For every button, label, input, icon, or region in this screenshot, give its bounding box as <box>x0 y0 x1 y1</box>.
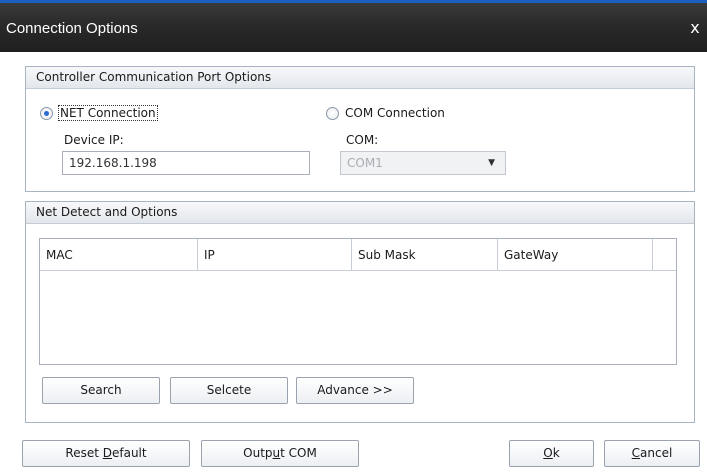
device-ip-label: Device IP: <box>64 133 124 147</box>
radio-unselected-icon <box>326 106 339 120</box>
com-label: COM: <box>346 133 379 147</box>
reset-default-button[interactable]: Reset Default <box>22 440 190 467</box>
radio-selected-icon <box>40 106 53 120</box>
cancel-button[interactable]: Cancel <box>604 440 700 467</box>
ok-button[interactable]: Ok <box>509 440 594 467</box>
net-connection-label: NET Connection <box>58 105 158 121</box>
output-com-button[interactable]: Output COM <box>201 440 359 467</box>
net-connection-radio[interactable]: NET Connection <box>40 105 158 121</box>
select-button[interactable]: Selcete <box>170 377 288 404</box>
column-header-sub-mask[interactable]: Sub Mask <box>352 239 498 270</box>
search-button[interactable]: Search <box>42 377 160 404</box>
com-connection-radio[interactable]: COM Connection <box>326 106 445 120</box>
com-port-select[interactable]: COM1 ▼ <box>340 151 506 175</box>
window-title: Connection Options <box>6 20 138 37</box>
com-connection-label: COM Connection <box>345 106 445 120</box>
column-header-filler <box>653 239 676 270</box>
chevron-down-icon: ▼ <box>488 158 495 168</box>
title-bar: Connection Options x <box>0 0 707 52</box>
column-header-ip[interactable]: IP <box>198 239 352 270</box>
com-port-value: COM1 <box>347 156 383 170</box>
device-ip-input[interactable]: 192.168.1.198 <box>62 151 310 175</box>
port-options-header: Controller Communication Port Options <box>26 67 694 89</box>
device-table[interactable]: MAC IP Sub Mask GateWay <box>39 238 677 365</box>
close-icon[interactable]: x <box>685 18 705 38</box>
table-header-row: MAC IP Sub Mask GateWay <box>40 239 676 271</box>
column-header-mac[interactable]: MAC <box>40 239 198 270</box>
column-header-gateway[interactable]: GateWay <box>498 239 653 270</box>
advance-button[interactable]: Advance >> <box>296 377 414 404</box>
net-detect-header: Net Detect and Options <box>26 202 694 224</box>
